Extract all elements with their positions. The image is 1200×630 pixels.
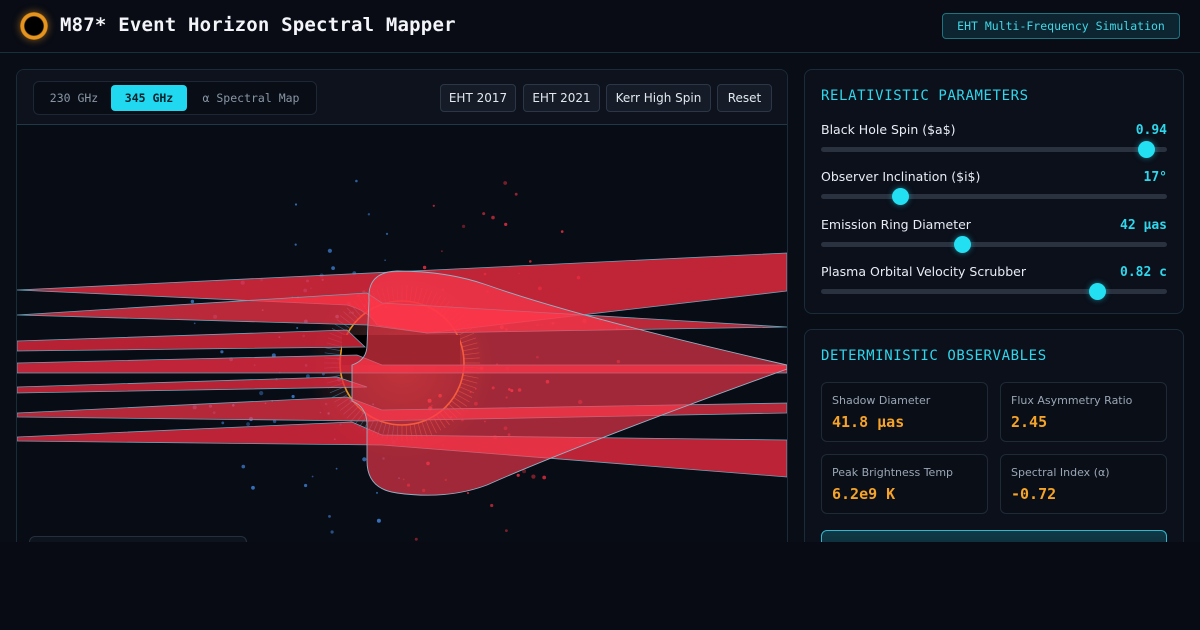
- inclination-thumb[interactable]: [892, 188, 910, 205]
- parameters-title: RELATIVISTIC PARAMETERS: [821, 88, 1029, 104]
- plasma-particle: [385, 232, 389, 235]
- plasma-particle: [311, 475, 314, 478]
- velocity-thumb[interactable]: [1089, 283, 1107, 300]
- visualization-panel: 230 GHz 345 GHz α Spectral Map EHT 2017 …: [16, 69, 788, 542]
- plasma-particle: [462, 224, 466, 228]
- simulation-badge: EHT Multi-Frequency Simulation: [942, 13, 1180, 39]
- velocity-value: 0.82 c: [1120, 265, 1167, 280]
- spin-label: Black Hole Spin ($a$): [821, 122, 956, 137]
- parameters-panel: RELATIVISTIC PARAMETERS Black Hole Spin …: [804, 69, 1184, 314]
- plasma-particle: [482, 212, 486, 216]
- spectral-index-label: Spectral Index (α): [1011, 466, 1110, 479]
- plasma-particle: [514, 192, 518, 196]
- ring-diameter-label: Emission Ring Diameter: [821, 217, 971, 232]
- shadow-diameter-value: 41.8 μas: [832, 413, 905, 431]
- plasma-particle: [367, 213, 371, 216]
- plasma-particle: [490, 503, 494, 508]
- plasma-particle: [251, 485, 255, 490]
- spin-track[interactable]: [821, 141, 1167, 158]
- spectral-index-value: -0.72: [1011, 485, 1057, 503]
- plasma-particle: [376, 518, 381, 523]
- ring-diameter-thumb[interactable]: [954, 236, 972, 253]
- frequency-tabs: 230 GHz 345 GHz α Spectral Map: [33, 81, 317, 115]
- preset-eht-2017-button[interactable]: EHT 2017: [440, 84, 516, 112]
- reset-button[interactable]: Reset: [717, 84, 772, 112]
- black-hole-logo-icon: [20, 12, 48, 40]
- plasma-particle: [529, 260, 532, 263]
- tab-spectral-map[interactable]: α Spectral Map: [191, 85, 311, 111]
- plasma-particle: [304, 483, 308, 488]
- inclination-value: 17°: [1143, 170, 1167, 185]
- plasma-particle: [376, 491, 378, 494]
- brightness-temp-label: Peak Brightness Temp: [832, 466, 954, 479]
- velocity-label: Plasma Orbital Velocity Scrubber: [821, 264, 1026, 279]
- plasma-particle: [327, 248, 332, 253]
- flux-asymmetry-value: 2.45: [1011, 413, 1048, 431]
- inclination-label: Observer Inclination ($i$): [821, 169, 981, 184]
- observables-title: DETERMINISTIC OBSERVABLES: [821, 348, 1047, 364]
- plasma-particle: [505, 529, 508, 532]
- plasma-particle: [355, 179, 358, 183]
- velocity-track[interactable]: [821, 283, 1167, 300]
- spectral-index-card: Spectral Index (α) -0.72: [1000, 454, 1167, 514]
- plasma-particle: [560, 230, 564, 233]
- plasma-particle: [432, 204, 435, 207]
- preset-eht-2021-button[interactable]: EHT 2021: [523, 84, 600, 112]
- brightness-temp-value: 6.2e9 K: [832, 485, 896, 503]
- plasma-particle: [503, 181, 508, 185]
- spectral-canvas[interactable]: [17, 125, 787, 542]
- plasma-particle: [294, 243, 297, 246]
- plasma-particle: [328, 515, 331, 518]
- plasma-particle: [414, 537, 418, 541]
- app-header: M87* Event Horizon Spectral Mapper EHT M…: [0, 0, 1200, 53]
- spin-slider: Black Hole Spin ($a$) 0.94: [821, 122, 1167, 162]
- tab-345-ghz[interactable]: 345 GHz: [111, 85, 187, 111]
- viz-toolbar: 230 GHz 345 GHz α Spectral Map EHT 2017 …: [17, 70, 787, 125]
- tab-230-ghz[interactable]: 230 GHz: [40, 85, 108, 111]
- plasma-particle: [190, 299, 195, 304]
- observables-action-button[interactable]: [821, 530, 1167, 542]
- plasma-particle: [542, 475, 547, 480]
- viewport: M87* Event Horizon Spectral Mapper EHT M…: [0, 0, 1200, 542]
- plasma-particle: [246, 422, 251, 426]
- ring-diameter-track[interactable]: [821, 236, 1167, 253]
- plasma-particle: [504, 222, 508, 226]
- flux-asymmetry-card: Flux Asymmetry Ratio 2.45: [1000, 382, 1167, 442]
- plasma-particle: [193, 322, 196, 325]
- inclination-track[interactable]: [821, 188, 1167, 205]
- plasma-particle: [362, 457, 367, 462]
- app-root: M87* Event Horizon Spectral Mapper EHT M…: [0, 0, 1200, 630]
- plasma-particle: [241, 464, 246, 469]
- plasma-particle: [220, 350, 224, 354]
- plasma-particle: [531, 474, 536, 479]
- plasma-particle: [331, 266, 335, 270]
- plasma-particle: [441, 250, 443, 253]
- plasma-particle: [491, 215, 495, 220]
- plasma-particle: [330, 530, 334, 534]
- ring-diameter-slider: Emission Ring Diameter 42 μas: [821, 217, 1167, 257]
- shadow-diameter-card: Shadow Diameter 41.8 μas: [821, 382, 988, 442]
- preset-kerr-high-spin-button[interactable]: Kerr High Spin: [606, 84, 711, 112]
- canvas-legend: [29, 536, 247, 542]
- plasma-particle: [221, 421, 225, 425]
- plasma-particle: [259, 391, 264, 396]
- spin-value: 0.94: [1135, 123, 1167, 138]
- velocity-slider: Plasma Orbital Velocity Scrubber 0.82 c: [821, 264, 1167, 304]
- spin-thumb[interactable]: [1137, 141, 1155, 158]
- observables-panel: DETERMINISTIC OBSERVABLES Shadow Diamete…: [804, 329, 1184, 542]
- ring-diameter-value: 42 μas: [1120, 218, 1167, 233]
- flux-asymmetry-label: Flux Asymmetry Ratio: [1011, 394, 1133, 407]
- app-title: M87* Event Horizon Spectral Mapper: [60, 14, 456, 36]
- inclination-slider: Observer Inclination ($i$) 17°: [821, 169, 1167, 209]
- plasma-particle: [294, 203, 298, 206]
- plasma-particle: [291, 394, 295, 399]
- shadow-diameter-label: Shadow Diameter: [832, 394, 931, 407]
- plasma-particle: [422, 265, 427, 270]
- plasma-particle: [335, 467, 338, 470]
- plasma-particle: [466, 491, 470, 495]
- plasma-particle: [384, 259, 386, 261]
- plasma-particle: [516, 473, 520, 477]
- brightness-temp-card: Peak Brightness Temp 6.2e9 K: [821, 454, 988, 514]
- plasma-particle: [296, 327, 299, 329]
